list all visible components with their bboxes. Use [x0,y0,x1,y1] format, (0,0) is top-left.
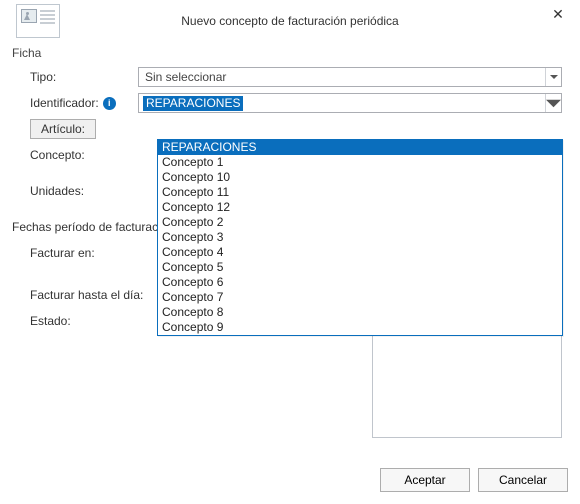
dropdown-option[interactable]: Concepto 1 [158,155,562,170]
row-articulo: Artículo: [18,118,562,140]
label-identificador: Identificador: i [18,96,138,110]
label-concepto: Concepto: [18,148,138,162]
dropdown-option[interactable]: Concepto 5 [158,260,562,275]
section-heading: Ficha [12,46,562,60]
identificador-value: REPARACIONES [143,96,243,111]
dropdown-option[interactable]: Concepto 2 [158,215,562,230]
dialog-window: Nuevo concepto de facturación periódica … [0,0,580,504]
close-icon: ✕ [552,6,564,23]
dropdown-option[interactable]: REPARACIONES [158,140,562,155]
label-unidades: Unidades: [18,184,138,198]
row-identificador: Identificador: i REPARACIONES [18,92,562,114]
dropdown-option[interactable]: Concepto 9 [158,320,562,335]
tipo-value: Sin seleccionar [145,70,226,84]
dropdown-option[interactable]: Concepto 3 [158,230,562,245]
dropdown-option[interactable]: Concepto 11 [158,185,562,200]
titlebar: Nuevo concepto de facturación periódica … [0,0,580,36]
label-fechas: Fechas período de facturación [12,220,174,234]
tipo-combo[interactable]: Sin seleccionar [138,67,562,87]
row-tipo: Tipo: Sin seleccionar [18,66,562,88]
document-icon [16,4,60,38]
dropdown-option[interactable]: Concepto 10 [158,170,562,185]
accept-button[interactable]: Aceptar [380,468,470,492]
dropdown-option[interactable]: Concepto 8 [158,305,562,320]
dropdown-option[interactable]: Concepto 12 [158,200,562,215]
label-facturar-en: Facturar en: [18,246,138,260]
dialog-title: Nuevo concepto de facturación periódica [0,14,580,28]
label-tipo: Tipo: [18,70,138,84]
dropdown-option[interactable]: Concepto 4 [158,245,562,260]
dialog-button-bar: Aceptar Cancelar [380,468,568,492]
info-icon[interactable]: i [103,97,116,110]
chevron-down-icon [545,68,561,86]
identificador-dropdown-list[interactable]: REPARACIONESConcepto 1Concepto 10Concept… [157,139,563,336]
chevron-down-icon [545,94,561,112]
dropdown-option[interactable]: Concepto 6 [158,275,562,290]
close-button[interactable]: ✕ [542,2,574,26]
articulo-button[interactable]: Artículo: [30,119,96,139]
dialog-body: Ficha Tipo: Sin seleccionar Identificado… [0,36,580,332]
identificador-combo[interactable]: REPARACIONES [138,93,562,113]
cancel-button[interactable]: Cancelar [478,468,568,492]
dropdown-option[interactable]: Concepto 7 [158,290,562,305]
